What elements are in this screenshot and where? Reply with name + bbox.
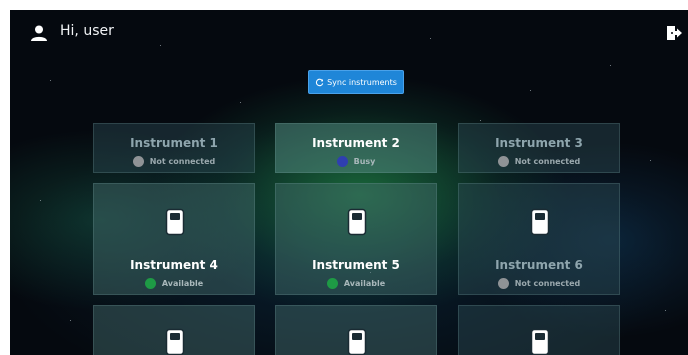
top-bar: Hi, user — [10, 10, 688, 56]
instrument-name: Instrument 2 — [312, 136, 400, 150]
greeting-text: Hi, user — [60, 23, 114, 39]
status-label: Not connected — [149, 157, 216, 166]
app-screen: Hi, user Sync instruments Instrument 1 N… — [10, 10, 688, 355]
status-dot — [336, 156, 348, 167]
instrument-name: Instrument 5 — [312, 258, 400, 272]
star — [480, 120, 481, 121]
instrument-card-6[interactable]: Instrument 6 Not connected — [458, 183, 620, 295]
status-label: Busy — [353, 157, 376, 166]
star — [40, 200, 41, 201]
status-dot — [497, 278, 509, 289]
sync-button-label: Sync instruments — [327, 77, 397, 87]
instrument-status: Busy — [276, 156, 436, 167]
user-icon — [31, 25, 47, 41]
instrument-name: Instrument 4 — [130, 258, 218, 272]
instrument-status: Not connected — [459, 278, 619, 289]
logout-icon[interactable] — [665, 24, 683, 42]
status-dot — [326, 278, 338, 289]
instrument-card-4[interactable]: Instrument 4 Available — [93, 183, 255, 295]
device-icon — [165, 208, 185, 236]
status-label: Available — [161, 279, 204, 288]
star — [70, 320, 71, 321]
star — [240, 102, 241, 103]
star — [610, 65, 611, 66]
instrument-status: Not connected — [94, 156, 254, 167]
device-icon — [530, 208, 550, 236]
device-icon — [530, 328, 550, 355]
instrument-status: Available — [276, 278, 436, 289]
instrument-card-5[interactable]: Instrument 5 Available — [275, 183, 437, 295]
instrument-card-2[interactable]: Instrument 2 Busy — [275, 123, 437, 173]
device-icon — [347, 208, 367, 236]
instrument-card-3[interactable]: Instrument 3 Not connected — [458, 123, 620, 173]
status-dot — [132, 156, 144, 167]
status-dot — [497, 156, 509, 167]
device-icon — [165, 328, 185, 355]
star — [50, 80, 51, 81]
instrument-name: Instrument 6 — [495, 258, 583, 272]
instrument-card-8[interactable] — [275, 305, 437, 355]
status-label: Not connected — [514, 157, 581, 166]
instrument-card-1[interactable]: Instrument 1 Not connected — [93, 123, 255, 173]
star — [530, 90, 531, 91]
instrument-card-9[interactable] — [458, 305, 620, 355]
device-icon — [347, 328, 367, 355]
star — [665, 310, 666, 311]
star — [650, 160, 651, 161]
instrument-status: Available — [94, 278, 254, 289]
instrument-name: Instrument 1 — [130, 136, 218, 150]
instrument-name: Instrument 3 — [495, 136, 583, 150]
status-label: Available — [343, 279, 386, 288]
sync-icon — [315, 78, 324, 86]
status-label: Not connected — [514, 279, 581, 288]
status-dot — [144, 278, 156, 289]
sync-instruments-button[interactable]: Sync instruments — [308, 70, 404, 94]
instrument-card-7[interactable] — [93, 305, 255, 355]
instrument-status: Not connected — [459, 156, 619, 167]
